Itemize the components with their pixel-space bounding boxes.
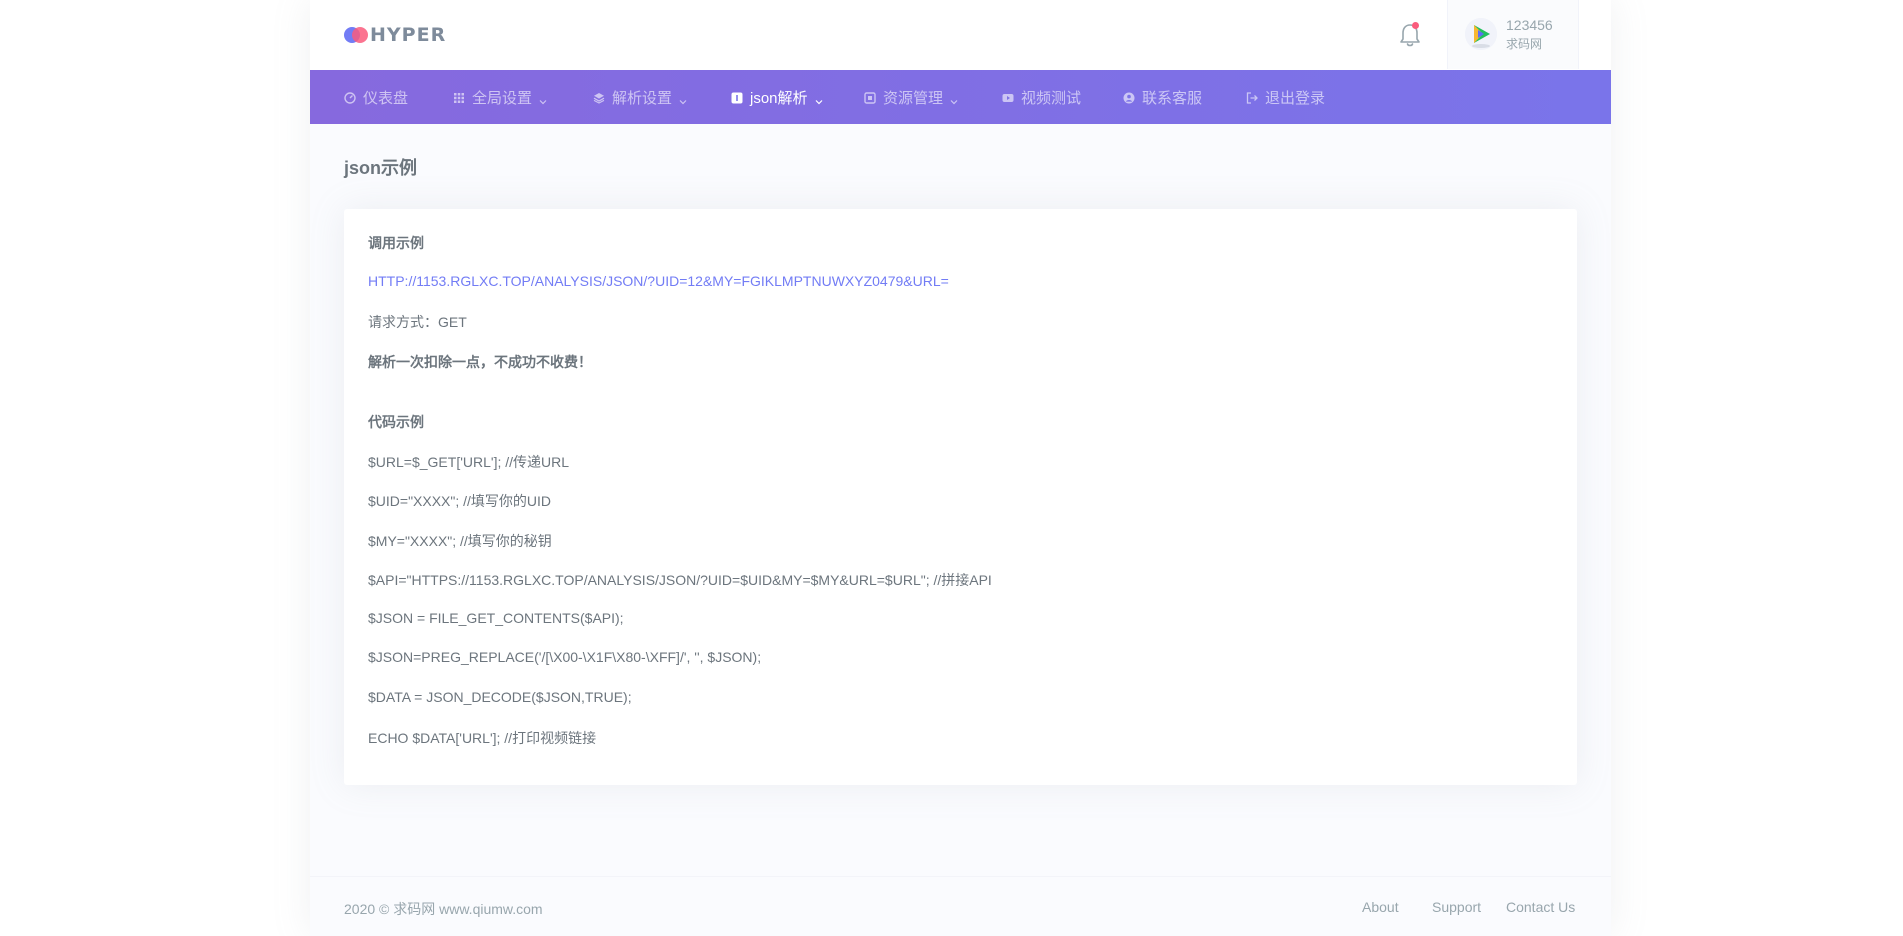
nav-item-label: 退出登录 bbox=[1265, 89, 1326, 107]
code-line: $API="HTTPS://1153.RGLXC.TOP/ANALYSIS/JS… bbox=[368, 572, 992, 588]
nav-item-global-settings[interactable]: 全局设置 bbox=[453, 70, 547, 124]
code-line: $JSON=PREG_REPLACE('/[\X00-\X1F\X80-\XFF… bbox=[368, 649, 762, 665]
page-title: json示例 bbox=[344, 158, 418, 178]
footer-link-about[interactable]: About bbox=[1362, 899, 1399, 915]
code-line: $DATA = JSON_DECODE($JSON,TRUE); bbox=[368, 689, 632, 705]
nav-item-video-test[interactable]: 视频测试 bbox=[1002, 70, 1081, 124]
chevron-down-icon bbox=[950, 93, 958, 105]
call-example-heading: 调用示例 bbox=[368, 235, 424, 251]
nav-item-logout[interactable]: 退出登录 bbox=[1246, 70, 1325, 124]
nav-item-label: 解析设置 bbox=[612, 89, 673, 107]
footer: 2020 © 求码网 www.qiumw.com About Support C… bbox=[310, 876, 1611, 936]
user-menu[interactable]: 123456 求码网 bbox=[1447, 0, 1579, 69]
nav-item-json-parse[interactable]: json解析 bbox=[731, 70, 823, 124]
nav-item-label: json解析 bbox=[750, 89, 808, 107]
nav-item-parse-settings[interactable]: 解析设置 bbox=[593, 70, 687, 124]
avatar bbox=[1465, 18, 1497, 50]
chevron-down-icon bbox=[539, 93, 547, 105]
nav-item-label: 全局设置 bbox=[472, 89, 533, 107]
chevron-down-icon bbox=[815, 93, 823, 105]
call-url-link[interactable]: HTTP://1153.RGLXC.TOP/ANALYSIS/JSON/?UID… bbox=[368, 273, 949, 289]
logo-mark-icon bbox=[344, 26, 368, 44]
topbar: HYPER 123456 求码网 bbox=[310, 0, 1611, 70]
footer-link-support[interactable]: Support bbox=[1432, 899, 1481, 915]
apps-icon bbox=[864, 91, 876, 104]
info-square-icon bbox=[731, 91, 743, 104]
json-example-card: 调用示例 HTTP://1153.RGLXC.TOP/ANALYSIS/JSON… bbox=[344, 209, 1577, 785]
code-line: $UID="XXXX"; //填写你的UID bbox=[368, 493, 552, 509]
logo-text: HYPER bbox=[370, 24, 447, 46]
nav-item-label: 仪表盘 bbox=[363, 89, 409, 107]
footer-copyright: 2020 © 求码网 www.qiumw.com bbox=[344, 901, 543, 917]
youtube-icon bbox=[1002, 91, 1014, 103]
footer-link-contact-us[interactable]: Contact Us bbox=[1506, 899, 1575, 915]
user-circle-icon bbox=[1123, 91, 1135, 104]
request-method-text: 请求方式：GET bbox=[368, 314, 467, 330]
code-line: $JSON = FILE_GET_CONTENTS($API); bbox=[368, 610, 624, 626]
main-navbar: 仪表盘 全局设置 解析设置 json解析 资源管理 视频测试 联系客服 退出登录 bbox=[310, 70, 1611, 124]
logout-icon bbox=[1246, 91, 1258, 104]
nav-item-resource-management[interactable]: 资源管理 bbox=[864, 70, 958, 124]
layers-icon bbox=[593, 91, 605, 104]
logo[interactable]: HYPER bbox=[344, 24, 446, 46]
code-line: $URL=$_GET['URL']; //传递URL bbox=[368, 454, 570, 470]
nav-item-label: 视频测试 bbox=[1021, 89, 1082, 107]
chevron-down-icon bbox=[679, 93, 687, 105]
notification-badge bbox=[1412, 22, 1419, 29]
grid-icon bbox=[453, 91, 465, 103]
code-line: ECHO $DATA['URL']; //打印视频链接 bbox=[368, 730, 597, 746]
code-line: $MY="XXXX"; //填写你的秘钥 bbox=[368, 533, 552, 549]
speedometer-icon bbox=[344, 91, 356, 104]
page-wrapper: HYPER 123456 求码网 仪表盘 全局设置 解析设置 json解析 资源… bbox=[310, 0, 1611, 936]
user-subtitle: 求码网 bbox=[1506, 37, 1543, 51]
billing-note: 解析一次扣除一点，不成功不收费！ bbox=[368, 354, 592, 370]
nav-item-label: 联系客服 bbox=[1142, 89, 1203, 107]
nav-item-dashboard[interactable]: 仪表盘 bbox=[344, 70, 408, 124]
notification-bell-icon[interactable] bbox=[1395, 20, 1425, 50]
nav-item-label: 资源管理 bbox=[883, 89, 944, 107]
code-example-heading: 代码示例 bbox=[368, 414, 424, 430]
user-name: 123456 bbox=[1506, 17, 1553, 33]
nav-item-contact-support[interactable]: 联系客服 bbox=[1123, 70, 1202, 124]
